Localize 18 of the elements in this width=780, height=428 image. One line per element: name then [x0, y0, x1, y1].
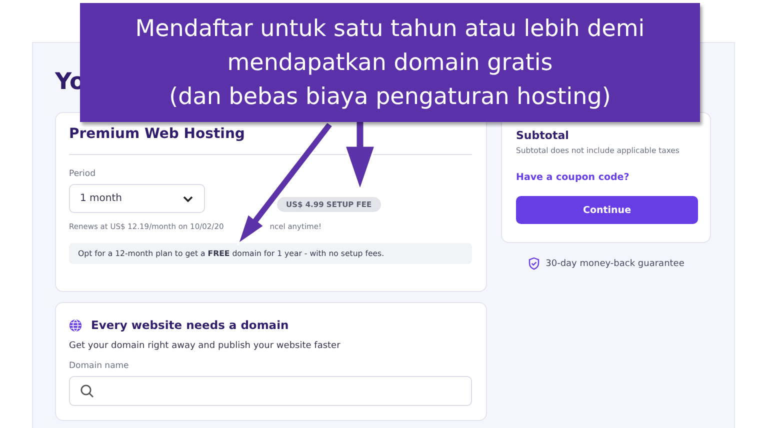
domain-search-field[interactable]: [69, 376, 472, 406]
coupon-link[interactable]: Have a coupon code?: [516, 172, 696, 183]
card-title: Every website needs a domain: [91, 318, 289, 332]
field-label: Period: [69, 169, 97, 179]
shield-check-icon: [528, 257, 540, 270]
callout-text: mendapatkan domain gratis: [227, 48, 553, 78]
callout-text: Mendaftar untuk satu tahun atau lebih demi: [135, 14, 645, 44]
card-title: Subtotal: [516, 129, 570, 142]
period-dropdown[interactable]: 1 month: [69, 184, 205, 213]
search-icon: [80, 384, 94, 398]
card-subtitle: Get your domain right away and publish your website faster: [69, 341, 342, 351]
field-label: Domain name: [69, 361, 130, 371]
card-title: Premium Web Hosting: [69, 126, 246, 142]
globe-icon: [69, 318, 82, 332]
continue-button[interactable]: Continue: [516, 196, 698, 224]
chevron-down-icon: [182, 194, 194, 202]
guarantee-text: 30-day money-back guarantee: [546, 258, 684, 268]
callout-text: (dan bebas biaya pengaturan hosting): [169, 82, 611, 112]
